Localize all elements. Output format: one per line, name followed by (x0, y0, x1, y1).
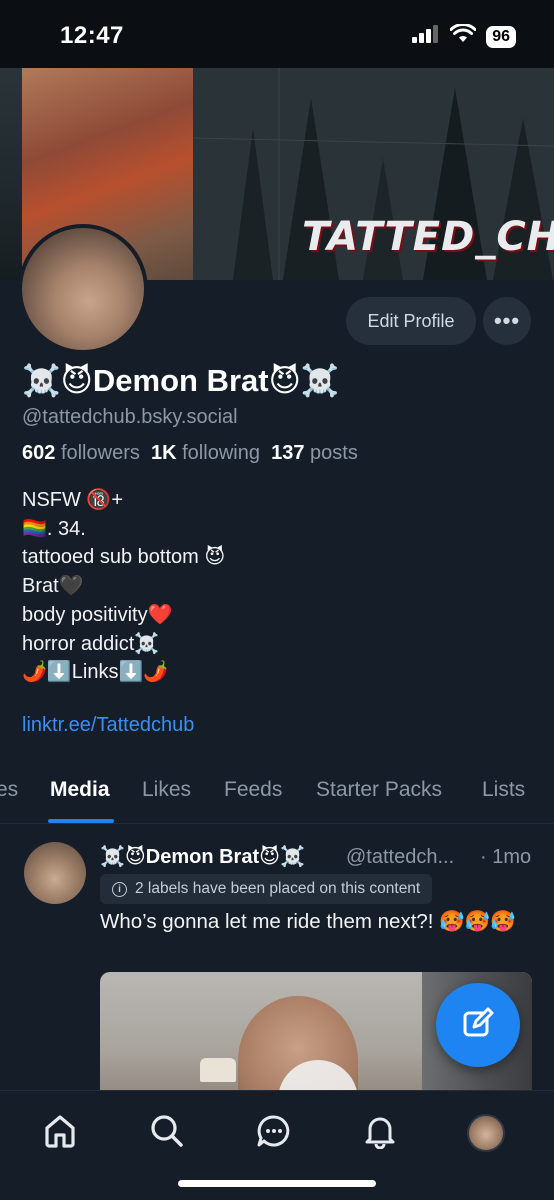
profile-avatar[interactable] (18, 224, 148, 354)
chat-icon (256, 1113, 292, 1154)
banner-title: TATTED_CHUB (302, 214, 554, 260)
tab-feeds[interactable]: Feeds (224, 778, 282, 802)
nav-chat[interactable] (252, 1111, 296, 1155)
following-stat[interactable]: 1K following (151, 442, 260, 464)
bell-icon (362, 1113, 398, 1154)
followers-stat[interactable]: 602 followers (22, 442, 140, 464)
info-icon: i (112, 881, 127, 897)
active-tab-indicator (48, 819, 114, 823)
nav-search[interactable] (145, 1111, 189, 1155)
tab-replies[interactable]: es (0, 778, 18, 802)
bio-line: tattooed sub bottom 😈 (22, 546, 226, 569)
compose-icon (460, 1005, 496, 1046)
nav-profile-avatar (467, 1114, 505, 1152)
bio-line: NSFW 🔞+ (22, 489, 124, 511)
profile-stats: 602 followers 1K following 137 posts (22, 442, 358, 465)
cellular-signal-icon (412, 25, 440, 48)
profile-handle: @tattedchub.bsky.social (22, 406, 238, 428)
post-author-handle[interactable]: @tattedch... (346, 846, 454, 869)
nav-profile[interactable] (464, 1111, 508, 1155)
more-options-button[interactable]: ••• (483, 297, 531, 345)
posts-label: posts (310, 442, 358, 464)
status-bar: 12:47 96 (0, 0, 554, 68)
post-author-avatar[interactable] (24, 842, 86, 904)
wifi-icon (449, 23, 477, 49)
followers-label: followers (60, 442, 140, 464)
following-label: following (182, 442, 260, 464)
bio-line: 🌶️⬇️Links⬇️🌶️ (22, 661, 169, 684)
tab-likes[interactable]: Likes (142, 778, 191, 802)
following-count: 1K (150, 442, 177, 464)
bio-line: 🏳️‍🌈. 34. (22, 517, 86, 540)
tab-media[interactable]: Media (50, 778, 110, 802)
tab-lists[interactable]: Lists (482, 778, 525, 802)
home-indicator (178, 1180, 376, 1187)
bio-link[interactable]: linktr.ee/Tattedchub (22, 714, 194, 737)
nav-notifications[interactable] (358, 1111, 402, 1155)
home-icon (42, 1113, 78, 1154)
profile-tabs: es Media Likes Feeds Starter Packs Lists (0, 766, 554, 824)
content-labels-badge[interactable]: i 2 labels have been placed on this cont… (100, 874, 433, 904)
post-author-name[interactable]: ☠️😈Demon Brat😈☠️ (100, 844, 305, 869)
bio-line: Brat🖤 (22, 575, 84, 598)
status-time: 12:47 (60, 22, 124, 49)
labels-notice-text: 2 labels have been placed on this conten… (135, 880, 421, 897)
tab-starter-packs[interactable]: Starter Packs (316, 778, 442, 802)
posts-count: 137 (271, 442, 305, 464)
display-name: ☠️😈Demon Brat😈☠️ (22, 363, 340, 398)
battery-icon: 96 (486, 25, 516, 48)
profile-bio: NSFW 🔞+ 🏳️‍🌈. 34. tattooed sub bottom 😈 … (22, 486, 225, 687)
nav-home[interactable] (38, 1111, 82, 1155)
followers-count: 602 (22, 442, 56, 464)
bio-line: body positivity❤️ (22, 603, 173, 626)
posts-stat: 137 posts (271, 442, 358, 464)
bio-line: horror addict☠️ (22, 632, 160, 655)
post-text: Who’s gonna let me ride them next?! 🥵🥵🥵 (100, 910, 516, 933)
compose-post-button[interactable] (436, 983, 520, 1067)
search-icon (149, 1113, 185, 1154)
status-icons: 96 (412, 23, 516, 49)
post-timestamp: · 1mo (480, 846, 532, 868)
edit-profile-button[interactable]: Edit Profile (346, 297, 476, 345)
media-lamp (200, 1058, 236, 1082)
